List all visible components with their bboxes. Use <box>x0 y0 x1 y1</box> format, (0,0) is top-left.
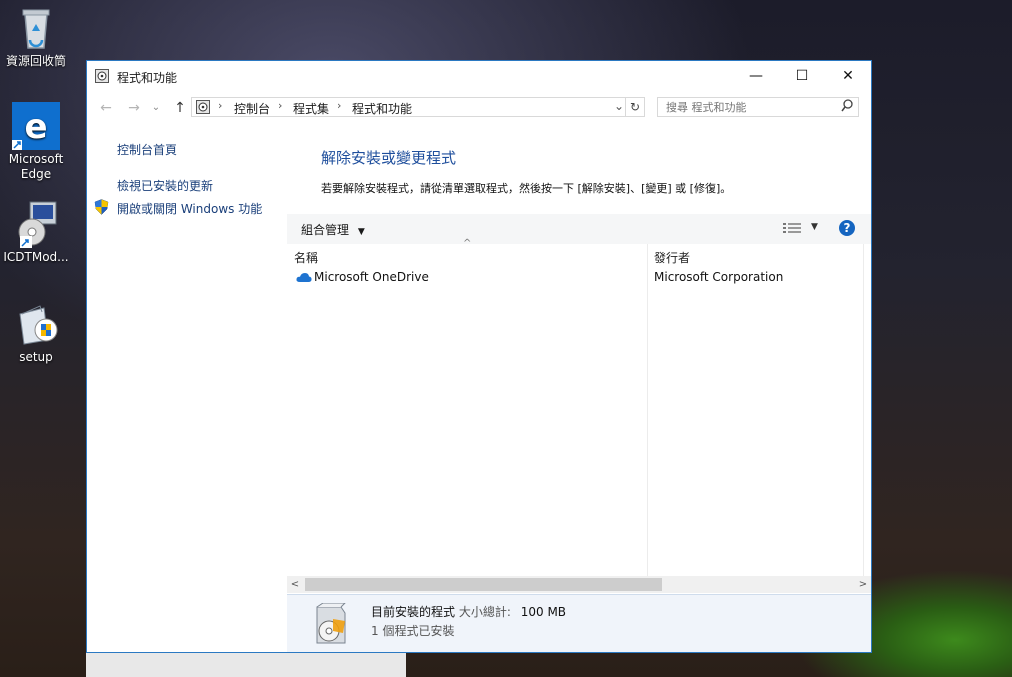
up-arrow-icon[interactable]: ↑ <box>171 99 189 117</box>
breadcrumb-separator: › <box>218 99 223 112</box>
scroll-left-icon[interactable]: < <box>287 576 303 593</box>
back-arrow-icon[interactable]: ← <box>97 99 115 117</box>
nav-view-installed-updates[interactable]: 檢視已安裝的更新 <box>117 177 213 194</box>
horizontal-scrollbar[interactable]: < > <box>287 576 871 593</box>
column-header-name[interactable]: 名稱 <box>294 249 318 266</box>
control-panel-app-icon <box>95 69 109 83</box>
setup-icon <box>12 300 60 348</box>
programs-and-features-window: 程式和功能 — ☐ ✕ ← → ⌄ ↑ › 控制台 › 程式集 › 程式和功能 … <box>86 60 872 653</box>
sort-ascending-icon: ^ <box>463 238 472 249</box>
desktop-icon-label: setup <box>19 350 53 364</box>
refresh-icon[interactable]: ↻ <box>625 97 645 117</box>
close-button[interactable]: ✕ <box>825 61 871 91</box>
view-details-icon[interactable] <box>783 222 801 237</box>
breadcrumb-separator: › <box>337 99 342 112</box>
control-panel-location-icon <box>196 100 210 117</box>
column-divider[interactable] <box>863 244 864 576</box>
column-divider[interactable] <box>647 244 648 576</box>
breadcrumb-separator: › <box>278 99 283 112</box>
desktop-icon-edge[interactable]: e Microsoft Edge <box>0 102 72 182</box>
command-toolbar: 組合管理 ▼ ▼ ? <box>287 214 871 244</box>
onedrive-cloud-icon <box>296 272 312 286</box>
minimize-button[interactable]: — <box>733 61 779 91</box>
organize-label: 組合管理 <box>301 223 350 237</box>
installed-programs-icon <box>311 602 349 648</box>
organize-dropdown-icon: ▼ <box>357 227 365 237</box>
search-icon[interactable] <box>841 99 853 116</box>
address-bar: ← → ⌄ ↑ › 控制台 › 程式集 › 程式和功能 ⌄ ↻ <box>87 95 871 121</box>
program-publisher: Microsoft Corporation <box>654 270 784 284</box>
desktop-icon-label: 資源回收筒 <box>5 54 66 68</box>
desktop-icon-label: ICDTMod... <box>3 250 69 264</box>
address-history-chevron-icon[interactable]: ⌄ <box>614 99 624 113</box>
desktop-icon-recycle-bin[interactable]: 資源回收筒 <box>0 4 72 69</box>
details-pane: 目前安裝的程式 大小總計: 100 MB 1 個程式已安裝 <box>287 594 871 652</box>
address-path-box[interactable]: › 控制台 › 程式集 › 程式和功能 ⌄ <box>191 97 645 117</box>
title-bar[interactable]: 程式和功能 — ☐ ✕ <box>87 61 871 91</box>
help-icon[interactable]: ? <box>839 220 855 236</box>
window-title: 程式和功能 <box>117 71 178 85</box>
program-name: Microsoft OneDrive <box>314 270 429 284</box>
scroll-right-icon[interactable]: > <box>855 576 871 593</box>
column-header-publisher[interactable]: 發行者 <box>654 249 690 266</box>
page-description: 若要解除安裝程式，請從清單選取程式，然後按一下 [解除安裝]、[變更] 或 [修… <box>321 182 732 195</box>
page-title: 解除安裝或變更程式 <box>321 149 457 167</box>
search-box[interactable] <box>657 97 859 117</box>
details-summary: 目前安裝的程式 大小總計: 100 MB <box>371 603 566 620</box>
desktop-icon-icdtmod[interactable]: ICDTMod... <box>0 200 72 265</box>
edge-icon: e <box>12 102 60 150</box>
installer-cd-icon <box>12 200 60 248</box>
desktop-icon-setup[interactable]: setup <box>0 300 72 365</box>
installed-count: 1 個程式已安裝 <box>371 624 455 638</box>
scrollbar-thumb[interactable] <box>305 578 662 591</box>
recent-locations-chevron-icon[interactable]: ⌄ <box>147 99 165 117</box>
recycle-bin-icon <box>12 4 60 52</box>
total-size-value: 100 MB <box>520 605 567 619</box>
organize-button[interactable]: 組合管理 ▼ <box>301 221 365 238</box>
breadcrumb-programs-and-features[interactable]: 程式和功能 <box>352 100 412 117</box>
nav-windows-features[interactable]: 開啟或關閉 Windows 功能 <box>117 200 262 217</box>
breadcrumb-control-panel[interactable]: 控制台 <box>234 100 270 117</box>
maximize-button[interactable]: ☐ <box>779 61 825 91</box>
uac-shield-icon <box>94 199 109 218</box>
nav-control-panel-home[interactable]: 控制台首頁 <box>117 141 177 158</box>
search-input[interactable] <box>664 100 838 115</box>
view-options-dropdown-icon[interactable]: ▼ <box>811 222 818 232</box>
svg-text:e: e <box>24 107 47 147</box>
breadcrumb-programs[interactable]: 程式集 <box>293 100 329 117</box>
forward-arrow-icon[interactable]: → <box>125 99 143 117</box>
details-title: 目前安裝的程式 <box>371 605 456 619</box>
desktop-icon-label: Microsoft Edge <box>8 152 64 181</box>
total-size-label: 大小總計: <box>458 605 511 619</box>
